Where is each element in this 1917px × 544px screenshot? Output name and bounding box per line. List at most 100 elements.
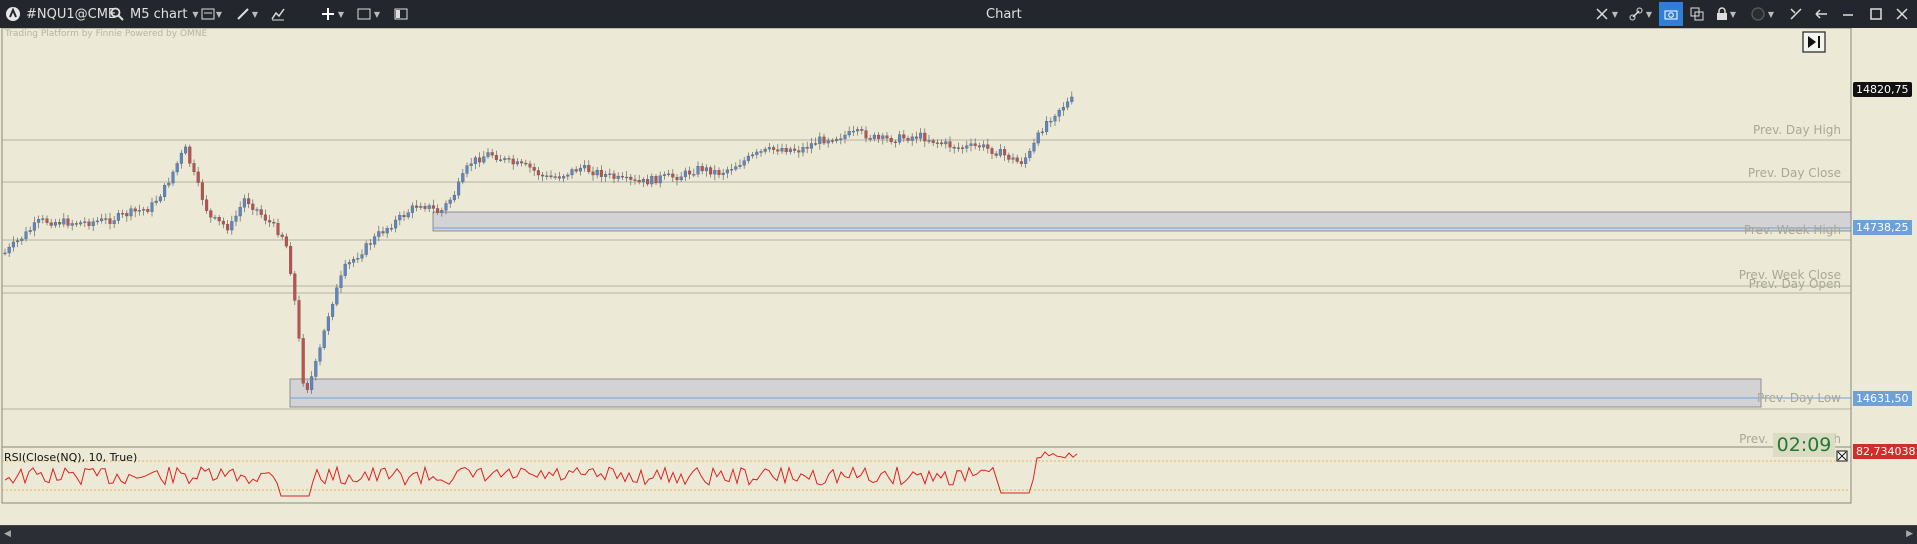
rsi-indicator-label[interactable]: RSI(Close(NQ), 10, True) [4,451,137,464]
candle-body [541,174,545,177]
candle-body [646,179,650,185]
symbol-selector[interactable]: #NQU1@CME [26,0,116,28]
price-chart[interactable] [0,28,1917,525]
candlestick-series [3,91,1074,394]
candle-body [763,148,767,152]
color-circle-icon[interactable] [1748,4,1768,24]
clone-icon[interactable] [1687,4,1707,24]
app-logo-icon[interactable] [3,4,23,24]
candle-body [167,182,171,186]
candle-body [1045,121,1049,133]
candle-body [427,205,431,209]
candle-body [898,134,902,143]
candle-body [394,219,398,229]
search-icon[interactable] [107,4,127,24]
indicator-icon[interactable] [268,4,288,24]
chevron-down-icon[interactable]: ▼ [336,4,346,24]
indicator-close-icon[interactable] [1836,450,1848,462]
candle-body [125,213,129,217]
candle-body [280,234,284,237]
candle-body [146,209,150,212]
scroll-left-icon[interactable]: ◀ [4,529,11,539]
candle-body [1003,149,1007,156]
candle-body [402,214,406,218]
candle-body [759,151,763,153]
candle-body [154,200,158,203]
candle-body [385,228,389,234]
bar-timer: 02:09 [1773,433,1835,457]
horizontal-scrollbar[interactable]: ◀ ▶ [0,525,1917,544]
candle-body [688,170,692,175]
candle-body [755,151,759,155]
candle-body [221,220,225,225]
candle-body [268,220,272,223]
chevron-down-icon[interactable]: ▼ [1610,4,1620,24]
candle-body [137,210,141,212]
scroll-end-icon[interactable] [1812,4,1832,24]
candle-body [184,146,188,154]
demand-zone-lower[interactable] [289,378,1762,408]
crosshair-plus-icon[interactable] [318,4,338,24]
close-icon[interactable] [1892,4,1912,24]
candle-body [671,173,675,178]
scroll-to-end-button[interactable] [1802,31,1826,53]
candle-body [289,246,293,274]
candle-body [440,210,444,213]
candle-body [20,238,24,241]
chevron-down-icon[interactable]: ▼ [1644,4,1654,24]
chart-area[interactable]: Trading Platform by Finnie Powered by OM… [0,28,1917,525]
settings-icon[interactable] [1786,4,1806,24]
candle-body [814,143,818,145]
camera-icon[interactable] [1659,2,1683,26]
candle-body [469,163,473,166]
candle-body [742,160,746,166]
candle-body [994,153,998,156]
candle-body [83,221,87,223]
candle-body [847,131,851,136]
candle-body [986,144,990,149]
candle-body [398,214,402,221]
chevron-down-icon[interactable]: ▼ [1728,4,1738,24]
minimize-icon[interactable] [1838,4,1858,24]
candle-body [415,205,419,208]
chevron-down-icon[interactable]: ▼ [372,4,382,24]
crosshair-off-icon[interactable] [1592,4,1612,24]
candle-body [444,203,448,211]
candle-body [536,170,540,176]
candle-body [373,236,377,245]
timeframe-selector[interactable]: M5 chart ▼ [130,0,199,28]
chevron-down-icon[interactable]: ▼ [214,4,224,24]
candle-body [91,221,95,226]
rsi-value-tag: 82,7340381 [1853,444,1917,459]
last-price-tag: 14820,75 [1853,82,1912,97]
candle-body [486,152,490,157]
chevron-down-icon[interactable]: ▼ [250,4,260,24]
link-icon[interactable] [1626,4,1646,24]
candle-body [570,169,574,176]
candle-body [238,207,242,217]
candle-body [553,176,557,178]
candle-body [864,130,868,139]
prev-day-low-label: Prev. Day Low [1756,391,1841,405]
candle-body [242,198,246,208]
timeframe-label: M5 chart [130,6,188,22]
candle-body [150,202,154,212]
template-icon[interactable] [354,4,374,24]
candle-body [41,218,45,220]
chevron-down-icon[interactable]: ▼ [1766,4,1776,24]
candle-body [856,129,860,132]
candle-body [772,147,776,150]
candle-body [226,224,230,231]
scroll-right-icon[interactable]: ▶ [1906,529,1913,539]
layout-icon[interactable] [391,4,411,24]
candle-body [53,221,57,226]
candle-body [301,338,305,384]
candle-body [310,376,314,390]
candle-body [465,165,469,174]
maximize-icon[interactable] [1866,4,1886,24]
candle-body [503,158,507,160]
candle-body [1061,107,1065,111]
candle-body [965,145,969,149]
candle-body [7,246,11,254]
candle-body [801,147,805,153]
